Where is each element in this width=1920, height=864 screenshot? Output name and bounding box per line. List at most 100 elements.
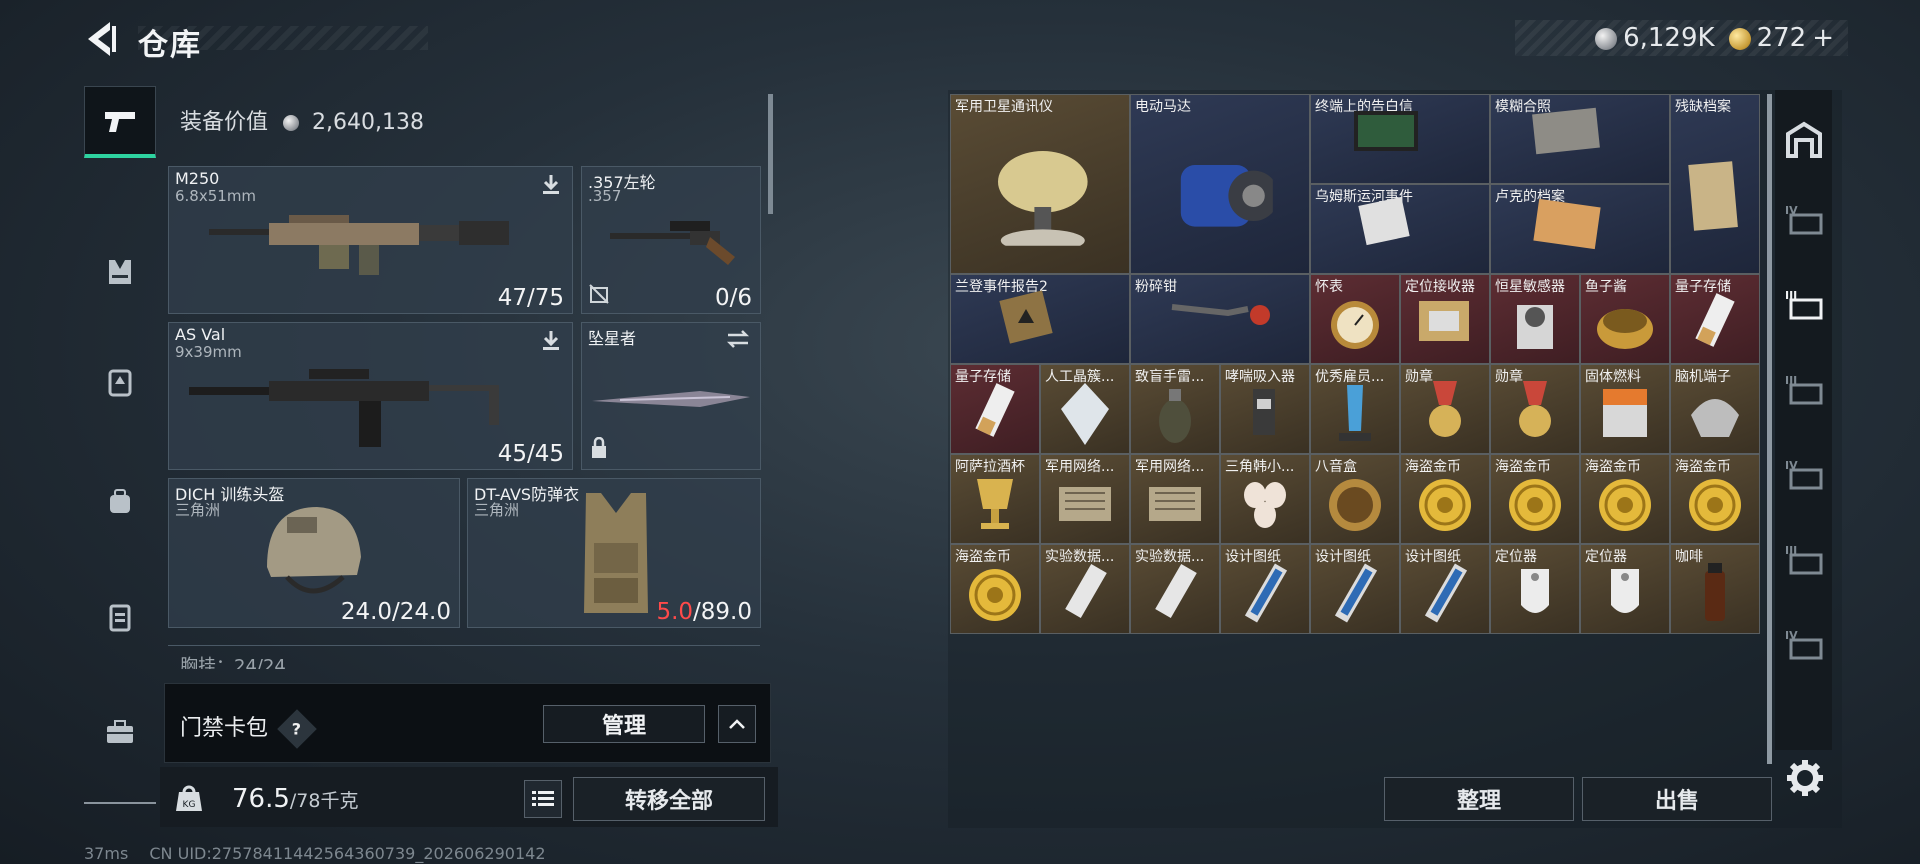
collapse-button[interactable]: [718, 705, 756, 743]
stash-item[interactable]: 乌姆斯运河事件: [1310, 184, 1490, 274]
terminal-letter-icon: [1354, 111, 1418, 152]
stash-item[interactable]: 怀表: [1310, 274, 1400, 364]
folder-icon: [1533, 199, 1601, 250]
list-view-button[interactable]: [524, 780, 562, 818]
equipment-scrollbar[interactable]: [768, 94, 773, 214]
sort-button[interactable]: 整理: [1384, 777, 1574, 821]
stash-item[interactable]: 勋章: [1490, 364, 1580, 454]
stash-item[interactable]: 模糊合照: [1490, 94, 1670, 184]
stash-page-tab[interactable]: III: [1775, 360, 1832, 420]
weapon-slot-secondary[interactable]: AS Val 9x39mm 45/45: [168, 322, 573, 470]
blueprint-icon: [1424, 563, 1468, 623]
stash-scrollbar[interactable]: [1767, 94, 1772, 764]
stash-item[interactable]: 实验数据...: [1130, 544, 1220, 634]
stash-home-tab[interactable]: [1775, 110, 1832, 170]
stash-page-tab[interactable]: IV: [1775, 615, 1832, 675]
stash-item[interactable]: 定位接收器: [1400, 274, 1490, 364]
help-icon[interactable]: ?: [277, 709, 317, 749]
document-icon: [1358, 197, 1410, 246]
eggs-icon: [1244, 482, 1286, 529]
grenade-icon: [1159, 389, 1191, 444]
stash-item[interactable]: 人工晶簇...: [1040, 364, 1130, 454]
stash-item[interactable]: 哮喘吸入器: [1220, 364, 1310, 454]
stash-page-tab[interactable]: III: [1775, 530, 1832, 590]
stash-item[interactable]: 设计图纸: [1220, 544, 1310, 634]
stash-item[interactable]: 兰登事件报告2: [950, 274, 1130, 364]
settings-button[interactable]: [1785, 758, 1825, 798]
nav-divider: [84, 802, 156, 804]
gold-currency[interactable]: 272 +: [1728, 23, 1834, 53]
helmet-slot[interactable]: DICH 训练头盔 三角洲 24.0/24.0: [168, 478, 460, 628]
stash-item[interactable]: 定位器: [1490, 544, 1580, 634]
manage-button[interactable]: 管理: [543, 705, 705, 743]
stash-page-icon: III: [1785, 374, 1822, 405]
stash-item[interactable]: 海盗金币: [1670, 454, 1760, 544]
download-icon[interactable]: [540, 329, 562, 355]
stash-item[interactable]: 残缺档案: [1670, 94, 1760, 274]
stash-item[interactable]: 量子存储: [1670, 274, 1760, 364]
weapon-slot-primary[interactable]: M250 6.8x51mm 47/75: [168, 166, 573, 314]
gold-coin-icon: [969, 569, 1021, 622]
body-armor-icon: [584, 493, 648, 613]
stash-page-tab[interactable]: IV: [1775, 190, 1832, 250]
stash-item[interactable]: 设计图纸: [1400, 544, 1490, 634]
stash-item[interactable]: 阿萨拉酒杯: [950, 454, 1040, 544]
stash-item[interactable]: 八音盒: [1310, 454, 1400, 544]
chest-rig-row[interactable]: 胸挂：24/24: [168, 645, 760, 669]
torn-file-icon: [1688, 161, 1738, 231]
stash-page-icon: III: [1785, 544, 1822, 575]
download-icon[interactable]: [540, 173, 562, 199]
nav-weapons[interactable]: [84, 86, 156, 158]
stash-item[interactable]: 军用卫星通讯仪: [950, 94, 1130, 274]
stash-item[interactable]: 鱼子酱: [1580, 274, 1670, 364]
caviar-tin-icon: [1597, 309, 1653, 350]
stash-item[interactable]: 固体燃料: [1580, 364, 1670, 454]
stash-item[interactable]: 海盗金币: [1580, 454, 1670, 544]
stash-item[interactable]: 定位器: [1580, 544, 1670, 634]
sell-button[interactable]: 出售: [1582, 777, 1772, 821]
stash-item[interactable]: 终端上的告白信: [1310, 94, 1490, 184]
stash-item[interactable]: 海盗金币: [950, 544, 1040, 634]
crusher-pliers-icon: [1171, 304, 1270, 326]
stash-item[interactable]: 卢克的档案: [1490, 184, 1670, 274]
stash-item[interactable]: 设计图纸: [1310, 544, 1400, 634]
back-button[interactable]: [84, 20, 118, 58]
weapon-slot-sidearm[interactable]: .357左轮 .357 0/6: [581, 166, 761, 314]
usb-drive-icon: [1155, 564, 1197, 619]
machine-gun-icon: [209, 215, 509, 275]
stash-item[interactable]: 军用网络...: [1130, 454, 1220, 544]
stash-item[interactable]: 量子存储: [950, 364, 1040, 454]
stash-page-tab[interactable]: IV: [1775, 445, 1832, 505]
transfer-all-button[interactable]: 转移全部: [573, 777, 765, 821]
stash-item[interactable]: 三角韩小...: [1220, 454, 1310, 544]
stash-item[interactable]: 粉碎钳: [1130, 274, 1310, 364]
stash-item[interactable]: 致盲手雷...: [1130, 364, 1220, 454]
armor-durability-current: 5.0: [656, 599, 694, 625]
nav-pouch[interactable]: [84, 466, 156, 538]
stash-item[interactable]: 咖啡: [1670, 544, 1760, 634]
stash-item[interactable]: 军用网络...: [1040, 454, 1130, 544]
keycard-title: 门禁卡包: [180, 716, 269, 741]
stash-item[interactable]: 海盗金币: [1490, 454, 1580, 544]
nav-safebox[interactable]: [84, 581, 156, 653]
stash-item[interactable]: 勋章: [1400, 364, 1490, 454]
swap-icon[interactable]: [726, 329, 750, 353]
locator-tag-icon: [1611, 569, 1639, 614]
nav-vest[interactable]: [84, 236, 156, 308]
trophy-icon: [1339, 385, 1371, 442]
melee-slot[interactable]: 坠星者: [581, 322, 761, 470]
stash-item[interactable]: 优秀雇员...: [1310, 364, 1400, 454]
armor-durability-max: /89.0: [693, 599, 752, 625]
stash-item[interactable]: 实验数据...: [1040, 544, 1130, 634]
stash-item[interactable]: 海盗金币: [1400, 454, 1490, 544]
add-gold-button[interactable]: +: [1812, 23, 1834, 53]
crystal-icon: [1061, 383, 1109, 446]
armor-slot[interactable]: DT-AVS防弹衣 三角洲 5.0/89.0: [467, 478, 761, 628]
pistol-icon: [105, 111, 135, 132]
stash-item[interactable]: 脑机端子: [1670, 364, 1760, 454]
stash-item[interactable]: 电动马达: [1130, 94, 1310, 274]
nav-toolbox[interactable]: [84, 696, 156, 768]
nav-backpack[interactable]: [84, 346, 156, 418]
stash-item[interactable]: 恒星敏感器: [1490, 274, 1580, 364]
stash-page-tab[interactable]: III: [1775, 275, 1832, 335]
